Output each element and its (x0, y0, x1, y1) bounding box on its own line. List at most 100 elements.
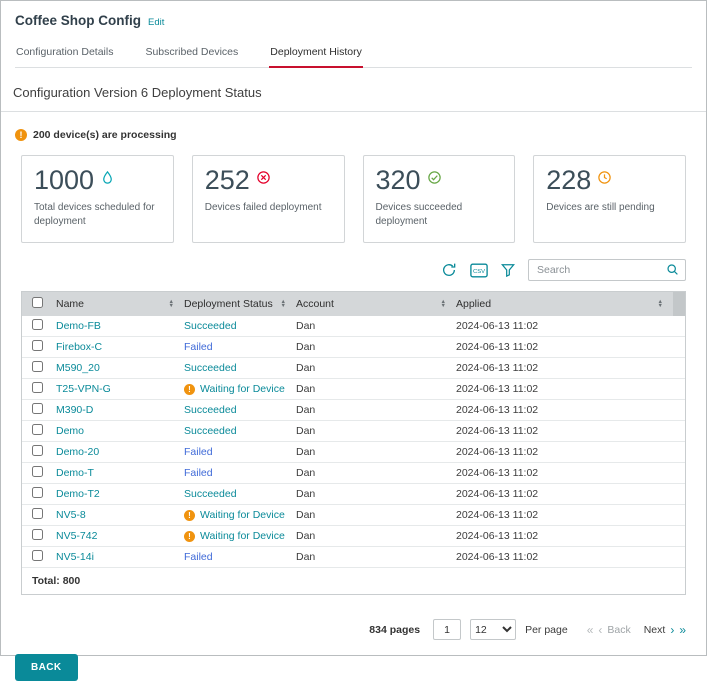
row-checkbox[interactable] (32, 319, 43, 330)
device-name-link[interactable]: M590_20 (56, 362, 184, 374)
table-row: M590_20SucceededDan2024-06-13 11:02 (22, 358, 685, 379)
page-header: Coffee Shop Config Edit Configuration De… (1, 1, 706, 68)
table-row: Demo-T2SucceededDan2024-06-13 11:02 (22, 484, 685, 505)
section-title: Configuration Version 6 Deployment Statu… (13, 85, 262, 100)
pager-next-link[interactable]: Next (644, 624, 666, 636)
back-button[interactable]: BACK (15, 654, 78, 681)
row-checkbox[interactable] (32, 361, 43, 372)
pagination: 834 pages 12 Per page « ‹ Back Next › » (21, 619, 686, 640)
row-checkbox[interactable] (32, 550, 43, 561)
applied-cell: 2024-06-13 11:02 (456, 530, 673, 542)
sort-icon[interactable]: ▲▼ (441, 300, 446, 308)
row-checkbox-cell (22, 403, 56, 417)
alert-warning-icon: ! (15, 129, 27, 141)
row-checkbox[interactable] (32, 529, 43, 540)
device-name-link[interactable]: NV5-8 (56, 509, 184, 521)
table-row: M390-DSucceededDan2024-06-13 11:02 (22, 400, 685, 421)
account-cell: Dan (296, 404, 456, 416)
stat-failed-label: Devices failed deployment (205, 201, 332, 215)
table-row: NV5-8!Waiting for DeviceDan2024-06-13 11… (22, 505, 685, 526)
row-checkbox-cell (22, 445, 56, 459)
stat-succeeded-label: Devices succeeded deployment (376, 201, 503, 228)
account-cell: Dan (296, 509, 456, 521)
tab-configuration-details[interactable]: Configuration Details (15, 42, 114, 67)
applied-cell: 2024-06-13 11:02 (456, 341, 673, 353)
row-checkbox[interactable] (32, 340, 43, 351)
row-checkbox-cell (22, 550, 56, 564)
edit-link[interactable]: Edit (148, 17, 164, 28)
first-page-icon[interactable]: « (587, 623, 594, 637)
row-checkbox[interactable] (32, 487, 43, 498)
device-name-link[interactable]: Demo (56, 425, 184, 437)
next-page-icon[interactable]: › (670, 623, 674, 637)
table-header: Name ▲▼ Deployment Status ▲▼ Account ▲▼ … (22, 292, 685, 316)
applied-cell: 2024-06-13 11:02 (456, 320, 673, 332)
column-header-applied[interactable]: Applied ▲▼ (456, 292, 673, 316)
applied-cell: 2024-06-13 11:02 (456, 488, 673, 500)
svg-text:CSV: CSV (473, 269, 485, 275)
table-body: Demo-FBSucceededDan2024-06-13 11:02Fireb… (22, 316, 685, 568)
row-checkbox[interactable] (32, 466, 43, 477)
per-page-select[interactable]: 12 (470, 619, 516, 640)
device-name-link[interactable]: Firebox-C (56, 341, 184, 353)
column-header-deployment-status[interactable]: Deployment Status ▲▼ (184, 292, 296, 316)
device-name-link[interactable]: Demo-T2 (56, 488, 184, 500)
column-header-account[interactable]: Account ▲▼ (296, 292, 456, 316)
row-checkbox-cell (22, 340, 56, 354)
pager-controls: « ‹ Back Next › » (587, 623, 686, 637)
row-checkbox[interactable] (32, 382, 43, 393)
search-input[interactable] (528, 259, 686, 281)
stat-total-value: 1000 (34, 166, 94, 194)
page-title: Coffee Shop Config (15, 13, 141, 28)
table-row: Firebox-CFailedDan2024-06-13 11:02 (22, 337, 685, 358)
row-checkbox-cell (22, 487, 56, 501)
page-number-input[interactable] (433, 619, 461, 640)
status-text: Failed (184, 551, 213, 563)
account-cell: Dan (296, 362, 456, 374)
pager-back-link[interactable]: Back (607, 624, 630, 636)
row-checkbox-cell (22, 424, 56, 438)
stat-succeeded-value: 320 (376, 166, 421, 194)
sort-icon[interactable]: ▲▼ (658, 300, 663, 308)
row-checkbox[interactable] (32, 445, 43, 456)
deployment-status-cell: Succeeded (184, 488, 296, 500)
applied-cell: 2024-06-13 11:02 (456, 467, 673, 479)
export-csv-icon[interactable]: CSV (470, 263, 488, 278)
sort-icon[interactable]: ▲▼ (169, 300, 174, 308)
status-text: Succeeded (184, 362, 237, 374)
deployment-status-cell: !Waiting for Device (184, 530, 296, 542)
deployment-status-cell: Failed (184, 341, 296, 353)
device-name-link[interactable]: T25-VPN-G (56, 383, 184, 395)
device-name-link[interactable]: Demo-T (56, 467, 184, 479)
tab-deployment-history[interactable]: Deployment History (269, 42, 363, 67)
filter-icon[interactable] (501, 263, 515, 277)
row-checkbox[interactable] (32, 424, 43, 435)
sort-icon[interactable]: ▲▼ (281, 300, 286, 308)
row-checkbox-cell (22, 508, 56, 522)
table-row: NV5-14iFailedDan2024-06-13 11:02 (22, 547, 685, 568)
device-name-link[interactable]: NV5-14i (56, 551, 184, 563)
row-checkbox[interactable] (32, 403, 43, 414)
table-row: Demo-20FailedDan2024-06-13 11:02 (22, 442, 685, 463)
row-checkbox-cell (22, 529, 56, 543)
previous-page-icon[interactable]: ‹ (598, 623, 602, 637)
status-text: Waiting for Device (200, 509, 285, 521)
stat-failed-value: 252 (205, 166, 250, 194)
select-all-checkbox[interactable] (32, 297, 43, 308)
stat-pending-label: Devices are still pending (546, 201, 673, 215)
applied-cell: 2024-06-13 11:02 (456, 509, 673, 521)
pending-clock-icon (597, 170, 612, 190)
column-header-name[interactable]: Name ▲▼ (56, 292, 184, 316)
device-name-link[interactable]: Demo-FB (56, 320, 184, 332)
device-name-link[interactable]: M390-D (56, 404, 184, 416)
deployment-table: Name ▲▼ Deployment Status ▲▼ Account ▲▼ … (21, 291, 686, 595)
tab-subscribed-devices[interactable]: Subscribed Devices (144, 42, 239, 67)
last-page-icon[interactable]: » (679, 623, 686, 637)
row-checkbox[interactable] (32, 508, 43, 519)
device-name-link[interactable]: NV5-742 (56, 530, 184, 542)
search-icon[interactable] (666, 263, 679, 281)
processing-alert: ! 200 device(s) are processing (15, 129, 692, 141)
status-text: Succeeded (184, 404, 237, 416)
device-name-link[interactable]: Demo-20 (56, 446, 184, 458)
refresh-icon[interactable] (441, 262, 457, 278)
